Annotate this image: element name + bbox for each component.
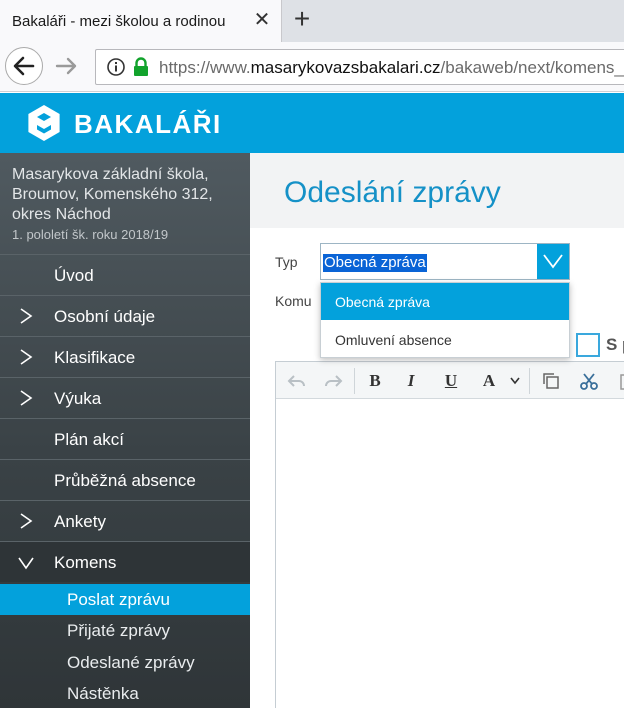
lock-icon [134,57,148,76]
copy-button[interactable] [538,368,564,394]
info-icon[interactable] [106,57,126,77]
font-color-dropdown[interactable] [508,368,522,394]
close-icon[interactable]: ✕ [251,10,273,32]
brand-name[interactable]: BAKALÁŘI [74,109,222,140]
sidebar-subitem-label: Odeslané zprávy [67,653,195,672]
redo-button[interactable] [320,368,346,394]
chevron-right-icon [20,308,33,324]
message-editor: B I U A [275,361,624,708]
message-type-toggle-button[interactable] [537,244,569,279]
message-type-select[interactable]: Obecná zpráva [320,243,570,280]
underline-button[interactable]: U [438,368,464,394]
chevron-down-icon [510,377,520,385]
bakalari-logo-icon[interactable] [24,103,64,143]
chevron-down-icon [543,254,563,269]
chevron-down-icon [18,557,34,570]
checkbox-label: S p [606,335,624,354]
school-name-line: Broumov, Komenského 312, [12,186,213,203]
bold-button[interactable]: B [362,368,388,394]
sidebar-subitem-poslat-zpravu[interactable]: Poslat zprávu [0,584,250,615]
school-name-line: Masarykova základní škola, [12,166,209,183]
redo-icon [325,375,343,387]
sidebar-item-klasifikace[interactable]: Klasifikace [0,336,250,377]
sidebar-item-prubezna-absence[interactable]: Průběžná absence [0,459,250,500]
browser-tab-bar: Bakaláři - mezi školou a rodinou ✕ + [0,0,624,42]
sidebar-item-label: Osobní údaje [54,307,156,326]
sidebar-subitem-label: Přijaté zprávy [67,621,170,640]
chevron-right-icon [20,349,33,365]
arrow-left-icon [13,56,35,76]
font-color-button[interactable]: A [476,368,502,394]
forward-button[interactable] [52,51,82,81]
browser-nav-bar: https://www.masarykovazsbakalari.cz/baka… [0,42,624,92]
sidebar-item-plan-akci[interactable]: Plán akcí [0,418,250,459]
scissors-icon [580,373,598,390]
message-type-value: Obecná zpráva [323,254,427,272]
sidebar-item-ankety[interactable]: Ankety [0,500,250,541]
dropdown-option-label: Omluvení absence [335,332,452,348]
sidebar-item-label: Výuka [54,389,102,408]
sidebar-subitem-label: Poslat zprávu [67,590,170,609]
url-text[interactable]: https://www.masarykovazsbakalari.cz/baka… [159,58,624,78]
arrow-right-icon [55,57,77,75]
back-button[interactable] [5,47,43,85]
sidebar-item-label: Úvod [54,266,94,285]
sidebar-subitem-label: Nástěnka [67,684,139,703]
paste-button[interactable] [614,368,624,394]
sidebar-item-komens[interactable]: Komens [0,541,250,582]
message-type-dropdown: Obecná zpráva Omluvení absence [320,282,570,358]
paste-icon [620,374,624,390]
page-title: Odeslání zprávy [284,176,501,209]
sidebar-item-label: Ankety [54,512,106,531]
chevron-right-icon [20,390,33,406]
new-tab-icon[interactable]: + [288,5,316,34]
dropdown-option-obecna-zprava[interactable]: Obecná zpráva [321,283,569,320]
italic-button[interactable]: I [398,368,424,394]
toolbar-separator [529,368,530,394]
sidebar-item-uvod[interactable]: Úvod [0,254,250,295]
undo-button[interactable] [284,368,310,394]
font-color-icon: A [482,371,496,390]
sidebar-subitem-nastenka[interactable]: Nástěnka [0,678,250,708]
app-header: BAKALÁŘI [0,93,624,153]
sidebar-item-label: Plán akcí [54,430,124,449]
sidebar-item-label: Klasifikace [54,348,136,367]
copy-icon [543,373,559,389]
browser-tab[interactable]: Bakaláři - mezi školou a rodinou ✕ [0,0,282,42]
undo-icon [287,375,305,387]
recipient-label: Komu [275,293,312,309]
editor-toolbar: B I U A [276,362,624,399]
sidebar-subitem-odeslane-zpravy[interactable]: Odeslané zprávy [0,647,250,678]
toolbar-separator [354,368,355,394]
tab-title: Bakaláři - mezi školou a rodinou [12,13,226,30]
chevron-right-icon [20,513,33,529]
sidebar-item-label: Průběžná absence [54,471,196,490]
sidebar-item-label: Komens [54,553,117,572]
school-name-line: okres Náchod [12,206,111,223]
sidebar-item-osobni-udaje[interactable]: Osobní údaje [0,295,250,336]
address-bar[interactable]: https://www.masarykovazsbakalari.cz/baka… [95,49,624,85]
dropdown-option-label: Obecná zpráva [335,294,430,310]
sidebar-item-vyuka[interactable]: Výuka [0,377,250,418]
school-term: 1. pololetí šk. roku 2018/19 [12,227,169,242]
school-info: Masarykova základní škola, Broumov, Kome… [12,165,242,244]
underline-icon: U [444,371,458,390]
type-label: Typ [275,254,298,270]
italic-icon: I [407,371,415,390]
cut-button[interactable] [576,368,602,394]
bold-icon: B [369,371,381,390]
sidebar: Masarykova základní škola, Broumov, Kome… [0,153,250,708]
sidebar-subitem-prijate-zpravy[interactable]: Přijaté zprávy [0,615,250,646]
dropdown-option-omluveni-absence[interactable]: Omluvení absence [321,321,569,358]
option-checkbox[interactable] [576,333,600,357]
